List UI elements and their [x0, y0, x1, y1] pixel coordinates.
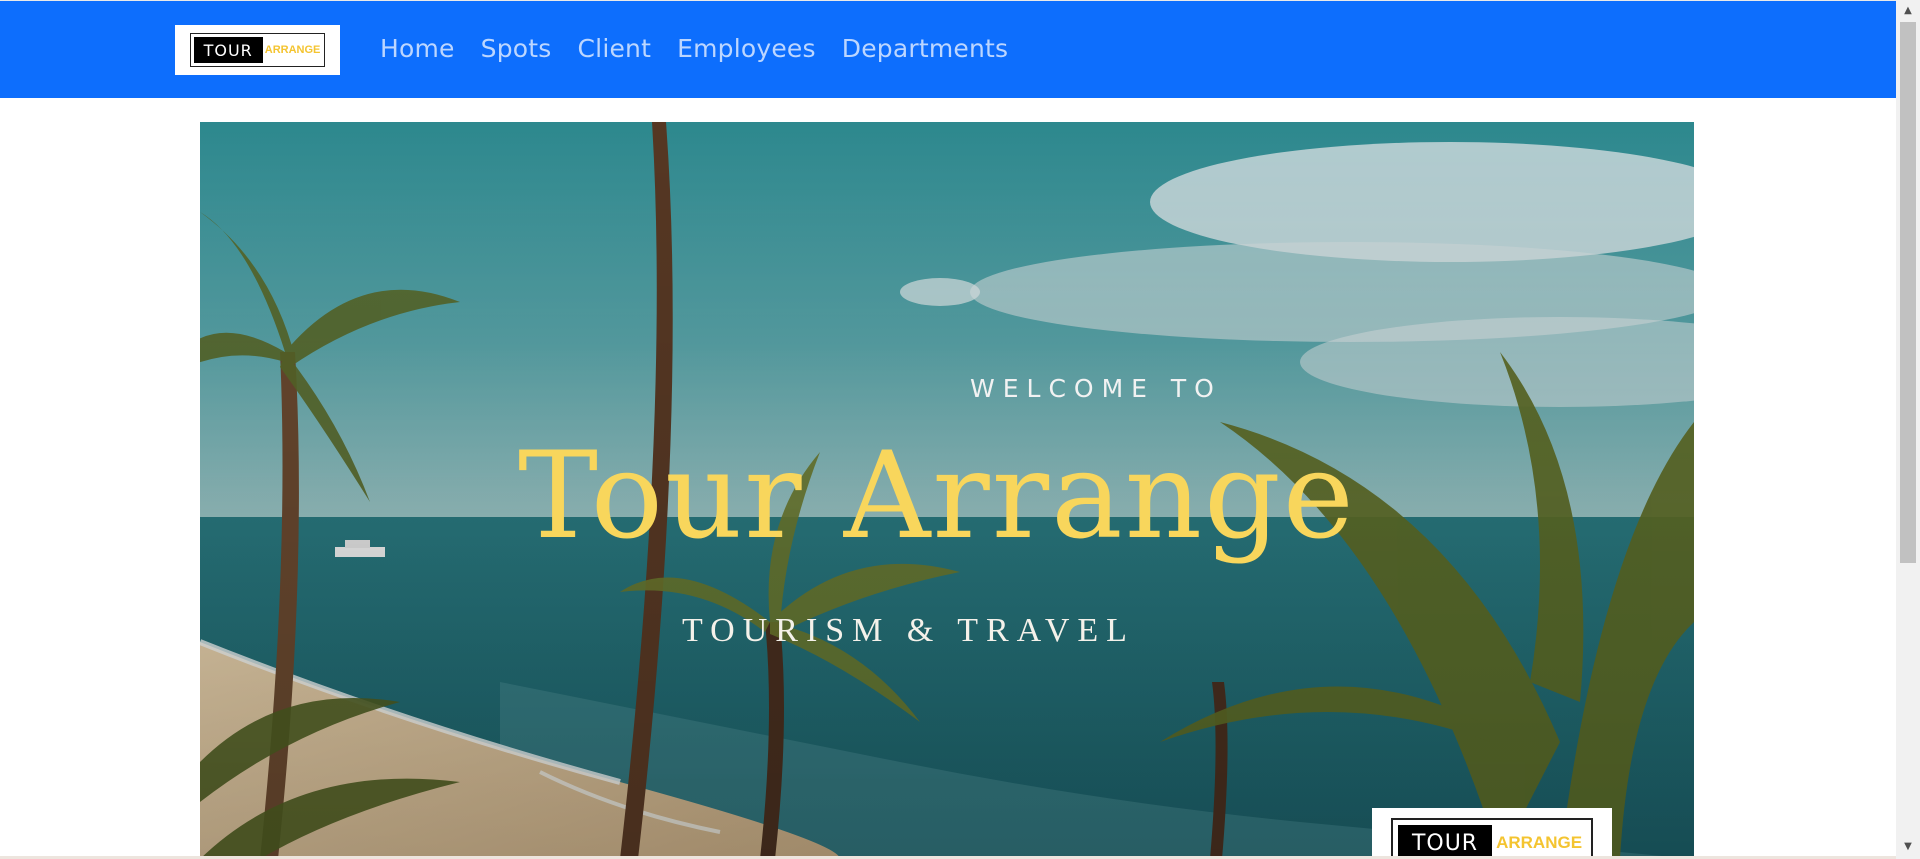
nav-links: Home Spots Client Employees Departments	[380, 30, 1008, 68]
nav-link-employees[interactable]: Employees	[677, 30, 816, 68]
nav-link-departments[interactable]: Departments	[842, 30, 1009, 68]
nav-link-spots[interactable]: Spots	[481, 30, 552, 68]
hero-title: Tour Arrange	[518, 427, 1356, 566]
vertical-scrollbar[interactable]: ▲ ▼	[1896, 0, 1920, 859]
arrow-up-icon[interactable]: ▲	[1896, 2, 1920, 19]
hero-subtitle: TOURISM & TRAVEL	[682, 612, 1135, 649]
welcome-text: WELCOME TO	[970, 374, 1222, 403]
hero-logo: TOUR ARRANGE	[1372, 808, 1612, 859]
hero-banner: WELCOME TO Tour Arrange TOURISM & TRAVEL…	[200, 122, 1694, 859]
nav-link-client[interactable]: Client	[578, 30, 652, 68]
hero-logo-tour-text: TOUR	[1397, 825, 1493, 859]
navbar: TOUR ARRANGE Home Spots Client Employees…	[0, 0, 1896, 98]
logo-frame: TOUR ARRANGE	[189, 33, 326, 67]
hero-logo-frame: TOUR ARRANGE	[1390, 818, 1594, 859]
brand-logo[interactable]: TOUR ARRANGE	[175, 25, 340, 75]
arrow-down-icon[interactable]: ▼	[1896, 838, 1920, 855]
logo-arrange-text: ARRANGE	[262, 37, 322, 63]
hero-logo-arrange-text: ARRANGE	[1492, 825, 1587, 859]
logo-tour-text: TOUR	[193, 37, 263, 63]
scrollbar-thumb[interactable]	[1900, 22, 1916, 563]
nav-link-home[interactable]: Home	[380, 30, 455, 68]
